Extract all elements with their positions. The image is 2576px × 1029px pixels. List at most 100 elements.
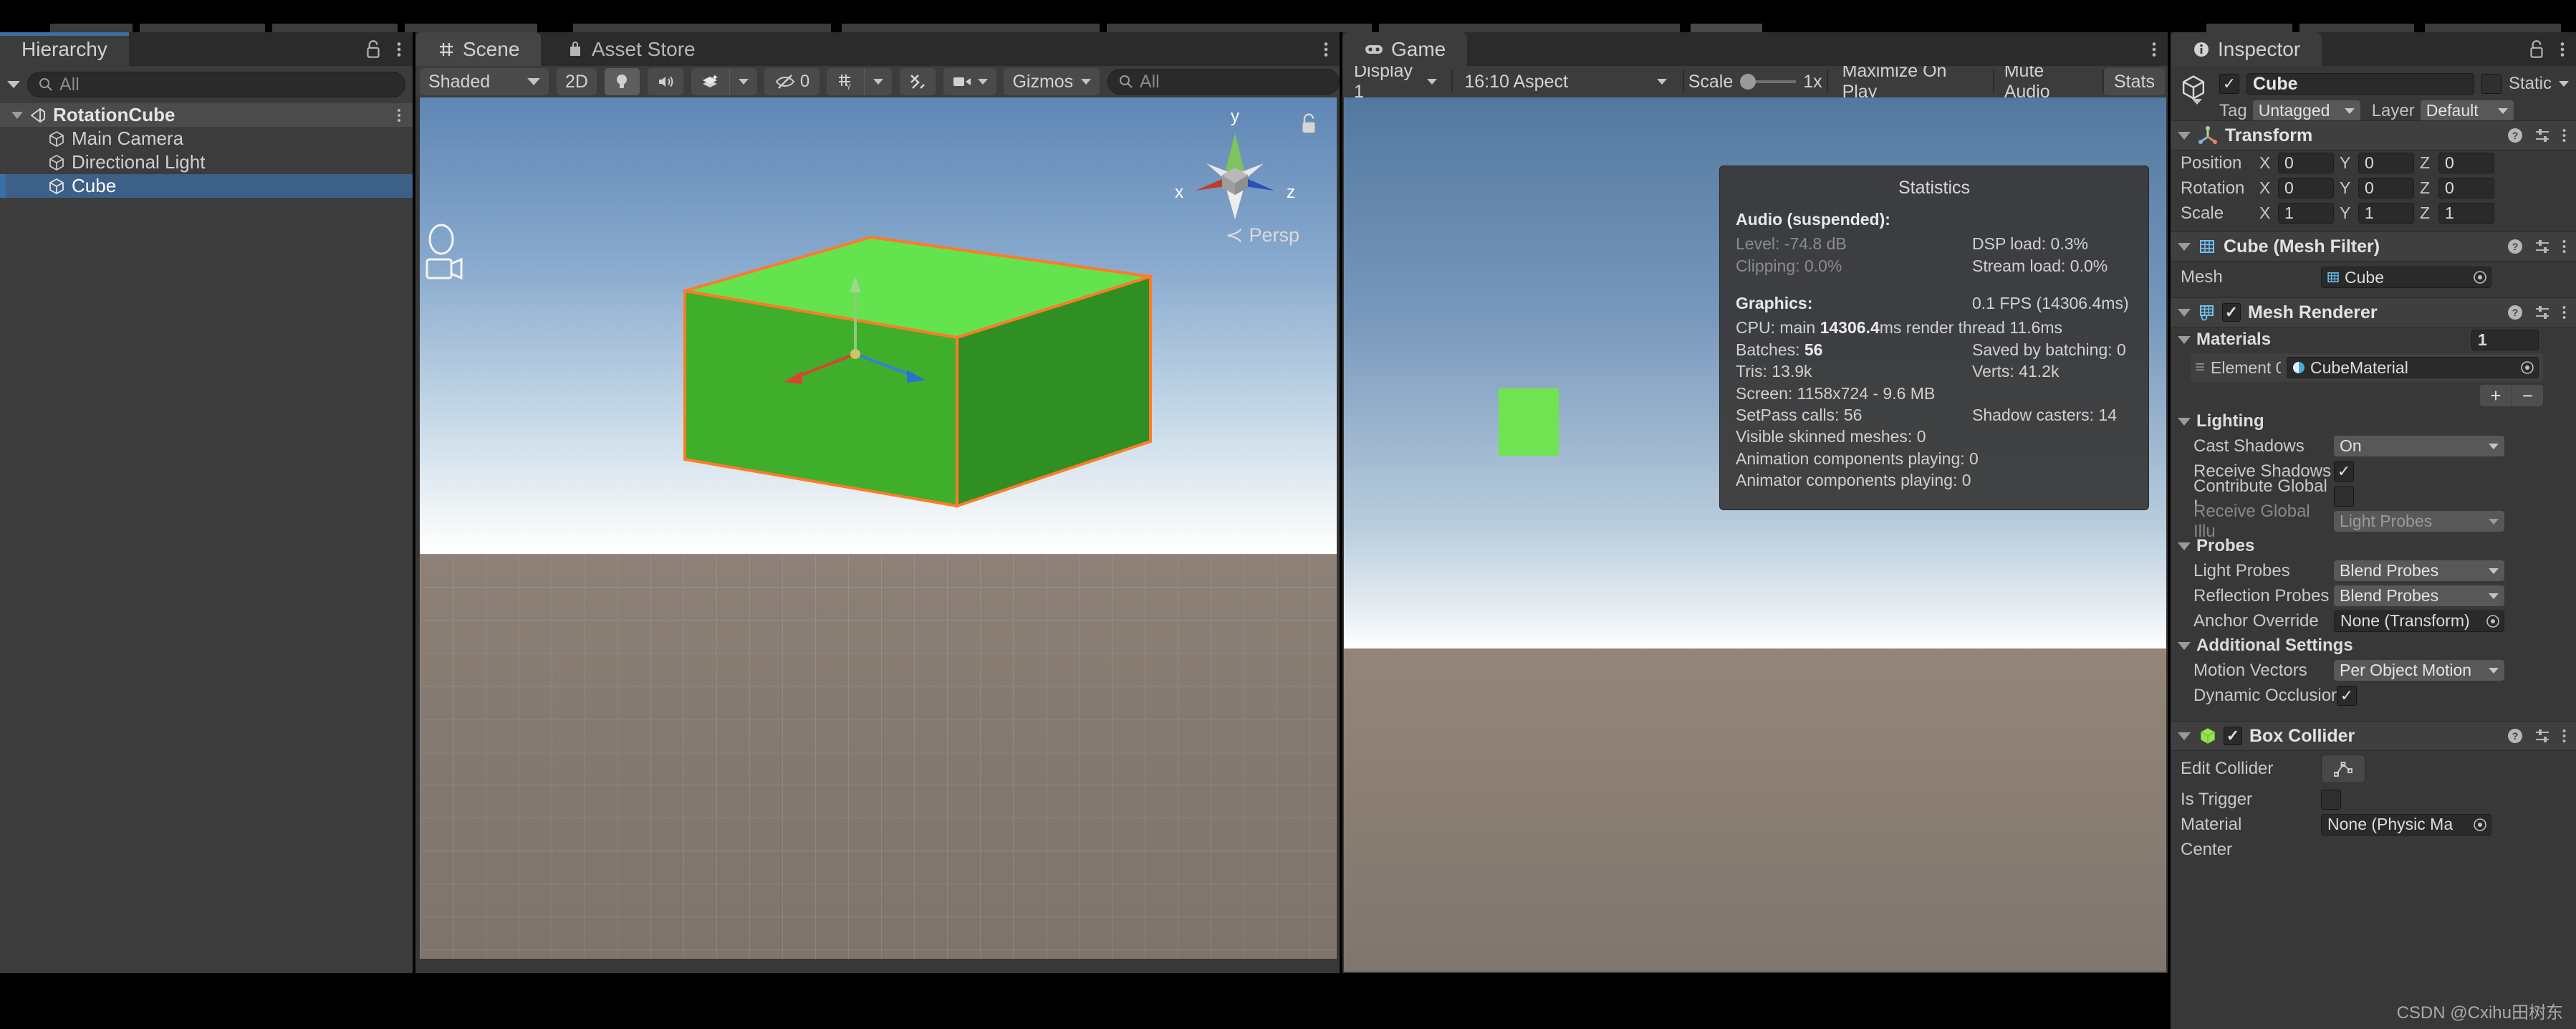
lighting-section[interactable]: Lighting: [2171, 409, 2576, 434]
move-gizmo[interactable]: [728, 269, 986, 456]
lock-icon[interactable]: [364, 39, 383, 60]
position-y-field[interactable]: 0: [2358, 153, 2414, 173]
foldout-arrow-icon[interactable]: [2178, 132, 2191, 140]
is-trigger-checkbox[interactable]: [2321, 790, 2341, 810]
mute-audio-button[interactable]: Mute Audio: [1994, 68, 2100, 95]
materials-section[interactable]: Materials 1: [2171, 327, 2576, 352]
box-collider-enabled-checkbox[interactable]: ✓: [2224, 727, 2242, 745]
object-enabled-checkbox[interactable]: ✓: [2219, 74, 2239, 94]
tag-dropdown[interactable]: Untagged: [2253, 100, 2360, 121]
add-material-button[interactable]: +: [2480, 385, 2512, 406]
toggle-2d-button[interactable]: 2D: [557, 68, 597, 95]
help-icon[interactable]: ?: [2507, 304, 2524, 321]
mesh-object-field[interactable]: Cube: [2321, 267, 2491, 288]
hidden-objects-toggle[interactable]: 0: [764, 68, 819, 95]
object-name-field[interactable]: Cube: [2246, 73, 2474, 95]
remove-material-button[interactable]: −: [2512, 385, 2543, 406]
preset-icon[interactable]: [2534, 238, 2551, 255]
kebab-menu-icon[interactable]: [395, 106, 403, 125]
display-dropdown[interactable]: Display 1: [1345, 68, 1446, 95]
scene-camera-settings[interactable]: [943, 68, 996, 95]
preset-icon[interactable]: [2534, 304, 2551, 321]
kebab-menu-icon[interactable]: [395, 39, 403, 60]
element-object-field[interactable]: CubeMaterial: [2287, 357, 2539, 378]
object-picker-icon[interactable]: [2484, 613, 2502, 630]
hierarchy-item-main-camera[interactable]: Main Camera: [0, 127, 413, 150]
kebab-menu-icon[interactable]: [2561, 727, 2567, 745]
object-picker-icon[interactable]: [2471, 816, 2489, 833]
edit-collider-button[interactable]: [2321, 755, 2365, 783]
component-header-box-collider[interactable]: ✓ Box Collider ?: [2171, 721, 2576, 751]
tab-asset-store[interactable]: Asset Store: [544, 32, 717, 66]
contribute-gi-checkbox[interactable]: [2334, 487, 2354, 507]
kebab-menu-icon[interactable]: [2559, 39, 2566, 60]
tab-scene[interactable]: Scene: [415, 32, 541, 66]
scene-audio-toggle[interactable]: [648, 68, 684, 95]
component-header-mesh-renderer[interactable]: ✓ Mesh Renderer ?: [2171, 297, 2576, 327]
object-picker-icon[interactable]: [2471, 269, 2489, 286]
hierarchy-item-directional-light[interactable]: Directional Light: [0, 150, 413, 174]
gizmo-lock-icon[interactable]: [1298, 112, 1320, 136]
foldout-arrow-icon[interactable]: [2178, 642, 2191, 650]
foldout-arrow-icon[interactable]: [2178, 336, 2191, 344]
draw-mode-dropdown[interactable]: Shaded: [420, 68, 549, 95]
maximize-on-play-button[interactable]: Maximize On Play: [1832, 68, 1990, 95]
scene-grid-toggle[interactable]: Y: [827, 68, 864, 95]
scale-y-field[interactable]: 1: [2358, 203, 2414, 224]
scale-x-field[interactable]: 1: [2278, 203, 2334, 224]
help-icon[interactable]: ?: [2507, 727, 2524, 745]
scene-grid-dropdown[interactable]: [864, 68, 892, 95]
foldout-arrow-icon[interactable]: [2178, 542, 2191, 550]
gizmos-dropdown[interactable]: Gizmos: [1004, 68, 1100, 95]
scene-search-input[interactable]: All: [1107, 69, 1340, 95]
scene-tools-button[interactable]: [900, 68, 936, 95]
rotation-y-field[interactable]: 0: [2358, 178, 2414, 198]
help-icon[interactable]: ?: [2507, 238, 2524, 255]
dynamic-occlusion-checkbox[interactable]: ✓: [2337, 686, 2357, 706]
scene-fx-toggle[interactable]: [691, 68, 729, 95]
component-header-transform[interactable]: Transform ?: [2171, 120, 2576, 150]
layer-dropdown[interactable]: Default: [2421, 100, 2514, 121]
kebab-menu-icon[interactable]: [2561, 304, 2567, 321]
hierarchy-search-input[interactable]: All: [27, 72, 405, 97]
scale-z-field[interactable]: 1: [2438, 203, 2494, 224]
component-header-mesh-filter[interactable]: Cube (Mesh Filter) ?: [2171, 231, 2576, 262]
static-dropdown-caret[interactable]: [2559, 81, 2569, 87]
anchor-override-field[interactable]: None (Transform): [2334, 611, 2504, 632]
foldout-arrow-icon[interactable]: [2178, 309, 2191, 317]
reflection-probes-dropdown[interactable]: Blend Probes: [2334, 585, 2504, 606]
additional-settings-section[interactable]: Additional Settings: [2171, 633, 2576, 658]
reorder-handle-icon[interactable]: ≡: [2195, 358, 2205, 378]
kebab-menu-icon[interactable]: [2561, 127, 2567, 144]
preset-icon[interactable]: [2534, 727, 2551, 745]
mesh-renderer-enabled-checkbox[interactable]: ✓: [2222, 303, 2241, 322]
motion-vectors-dropdown[interactable]: Per Object Motion: [2334, 660, 2504, 681]
hierarchy-item-rotationcube[interactable]: RotationCube: [0, 103, 413, 127]
kebab-menu-icon[interactable]: [2561, 238, 2567, 255]
aspect-dropdown[interactable]: 16:10 Aspect: [1456, 68, 1675, 95]
scene-lighting-toggle[interactable]: [605, 68, 640, 95]
hierarchy-item-cube[interactable]: Cube: [0, 174, 413, 198]
cast-shadows-dropdown[interactable]: On: [2334, 436, 2504, 456]
position-z-field[interactable]: 0: [2438, 153, 2494, 173]
rotation-z-field[interactable]: 0: [2438, 178, 2494, 198]
kebab-menu-icon[interactable]: [2150, 39, 2158, 60]
tab-game[interactable]: Game: [1342, 32, 1467, 66]
probes-section[interactable]: Probes: [2171, 534, 2576, 558]
expand-arrow-icon[interactable]: [7, 112, 27, 119]
tab-inspector[interactable]: Inspector: [2171, 32, 2322, 66]
scene-fx-dropdown[interactable]: [729, 68, 757, 95]
static-checkbox[interactable]: [2481, 74, 2501, 94]
rotation-x-field[interactable]: 0: [2278, 178, 2334, 198]
light-probes-dropdown[interactable]: Blend Probes: [2334, 560, 2504, 581]
receive-shadows-checkbox[interactable]: ✓: [2334, 461, 2354, 482]
scene-viewport[interactable]: y x z ≺ Persp: [420, 97, 1337, 959]
camera-gizmo-icon[interactable]: [423, 219, 466, 298]
gameobject-icon[interactable]: [2179, 73, 2208, 102]
foldout-arrow-icon[interactable]: [2178, 243, 2191, 251]
help-icon[interactable]: ?: [2507, 127, 2524, 144]
create-dropdown-caret[interactable]: [7, 81, 20, 88]
physic-material-field[interactable]: None (Physic Ma: [2321, 814, 2491, 836]
position-x-field[interactable]: 0: [2278, 153, 2334, 173]
stats-button[interactable]: Stats: [2104, 68, 2165, 95]
